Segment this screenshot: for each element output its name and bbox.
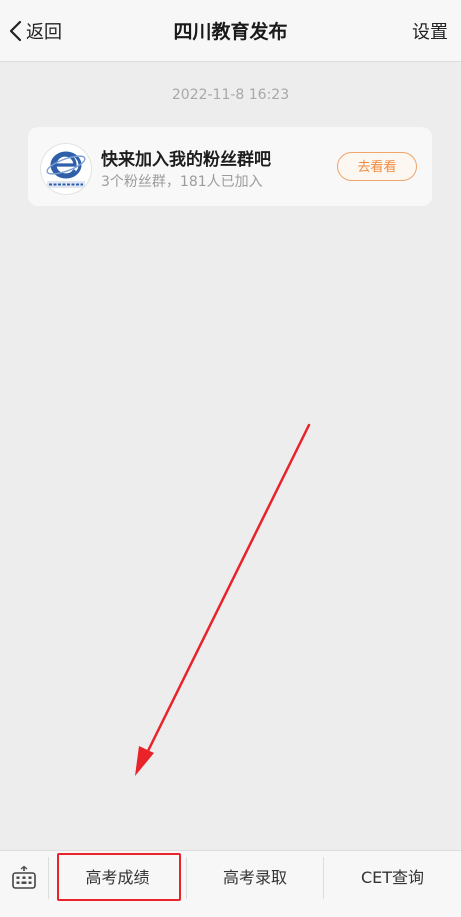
chevron-left-icon (9, 20, 22, 42)
keyboard-icon (12, 865, 36, 889)
menu-item-cet-query[interactable]: CET查询 (324, 851, 461, 905)
back-button[interactable]: 返回 (8, 14, 62, 48)
card-subtitle: 3个粉丝群，181人已加入 (101, 174, 263, 190)
menu-item-gaokao-scores[interactable]: 高考成绩 (49, 851, 186, 905)
bottom-menu-bar: 高考成绩 高考录取 CET查询 (0, 850, 461, 917)
settings-button[interactable]: 设置 (412, 14, 448, 50)
card-title: 快来加入我的粉丝群吧 (101, 150, 271, 170)
keyboard-toggle-button[interactable] (0, 851, 48, 905)
education-department-logo-icon (46, 151, 86, 188)
view-group-button[interactable]: 去看看 (337, 152, 417, 181)
message-timestamp: 2022-11-8 16:23 (171, 87, 290, 103)
menu-item-gaokao-admission[interactable]: 高考录取 (187, 851, 323, 905)
avatar (40, 143, 92, 195)
navigation-bar: 返回 四川教育发布 设置 (0, 0, 461, 62)
page-title: 四川教育发布 (173, 21, 288, 43)
back-label: 返回 (26, 22, 62, 43)
fan-group-card[interactable]: 快来加入我的粉丝群吧 3个粉丝群，181人已加入 去看看 (28, 127, 432, 206)
